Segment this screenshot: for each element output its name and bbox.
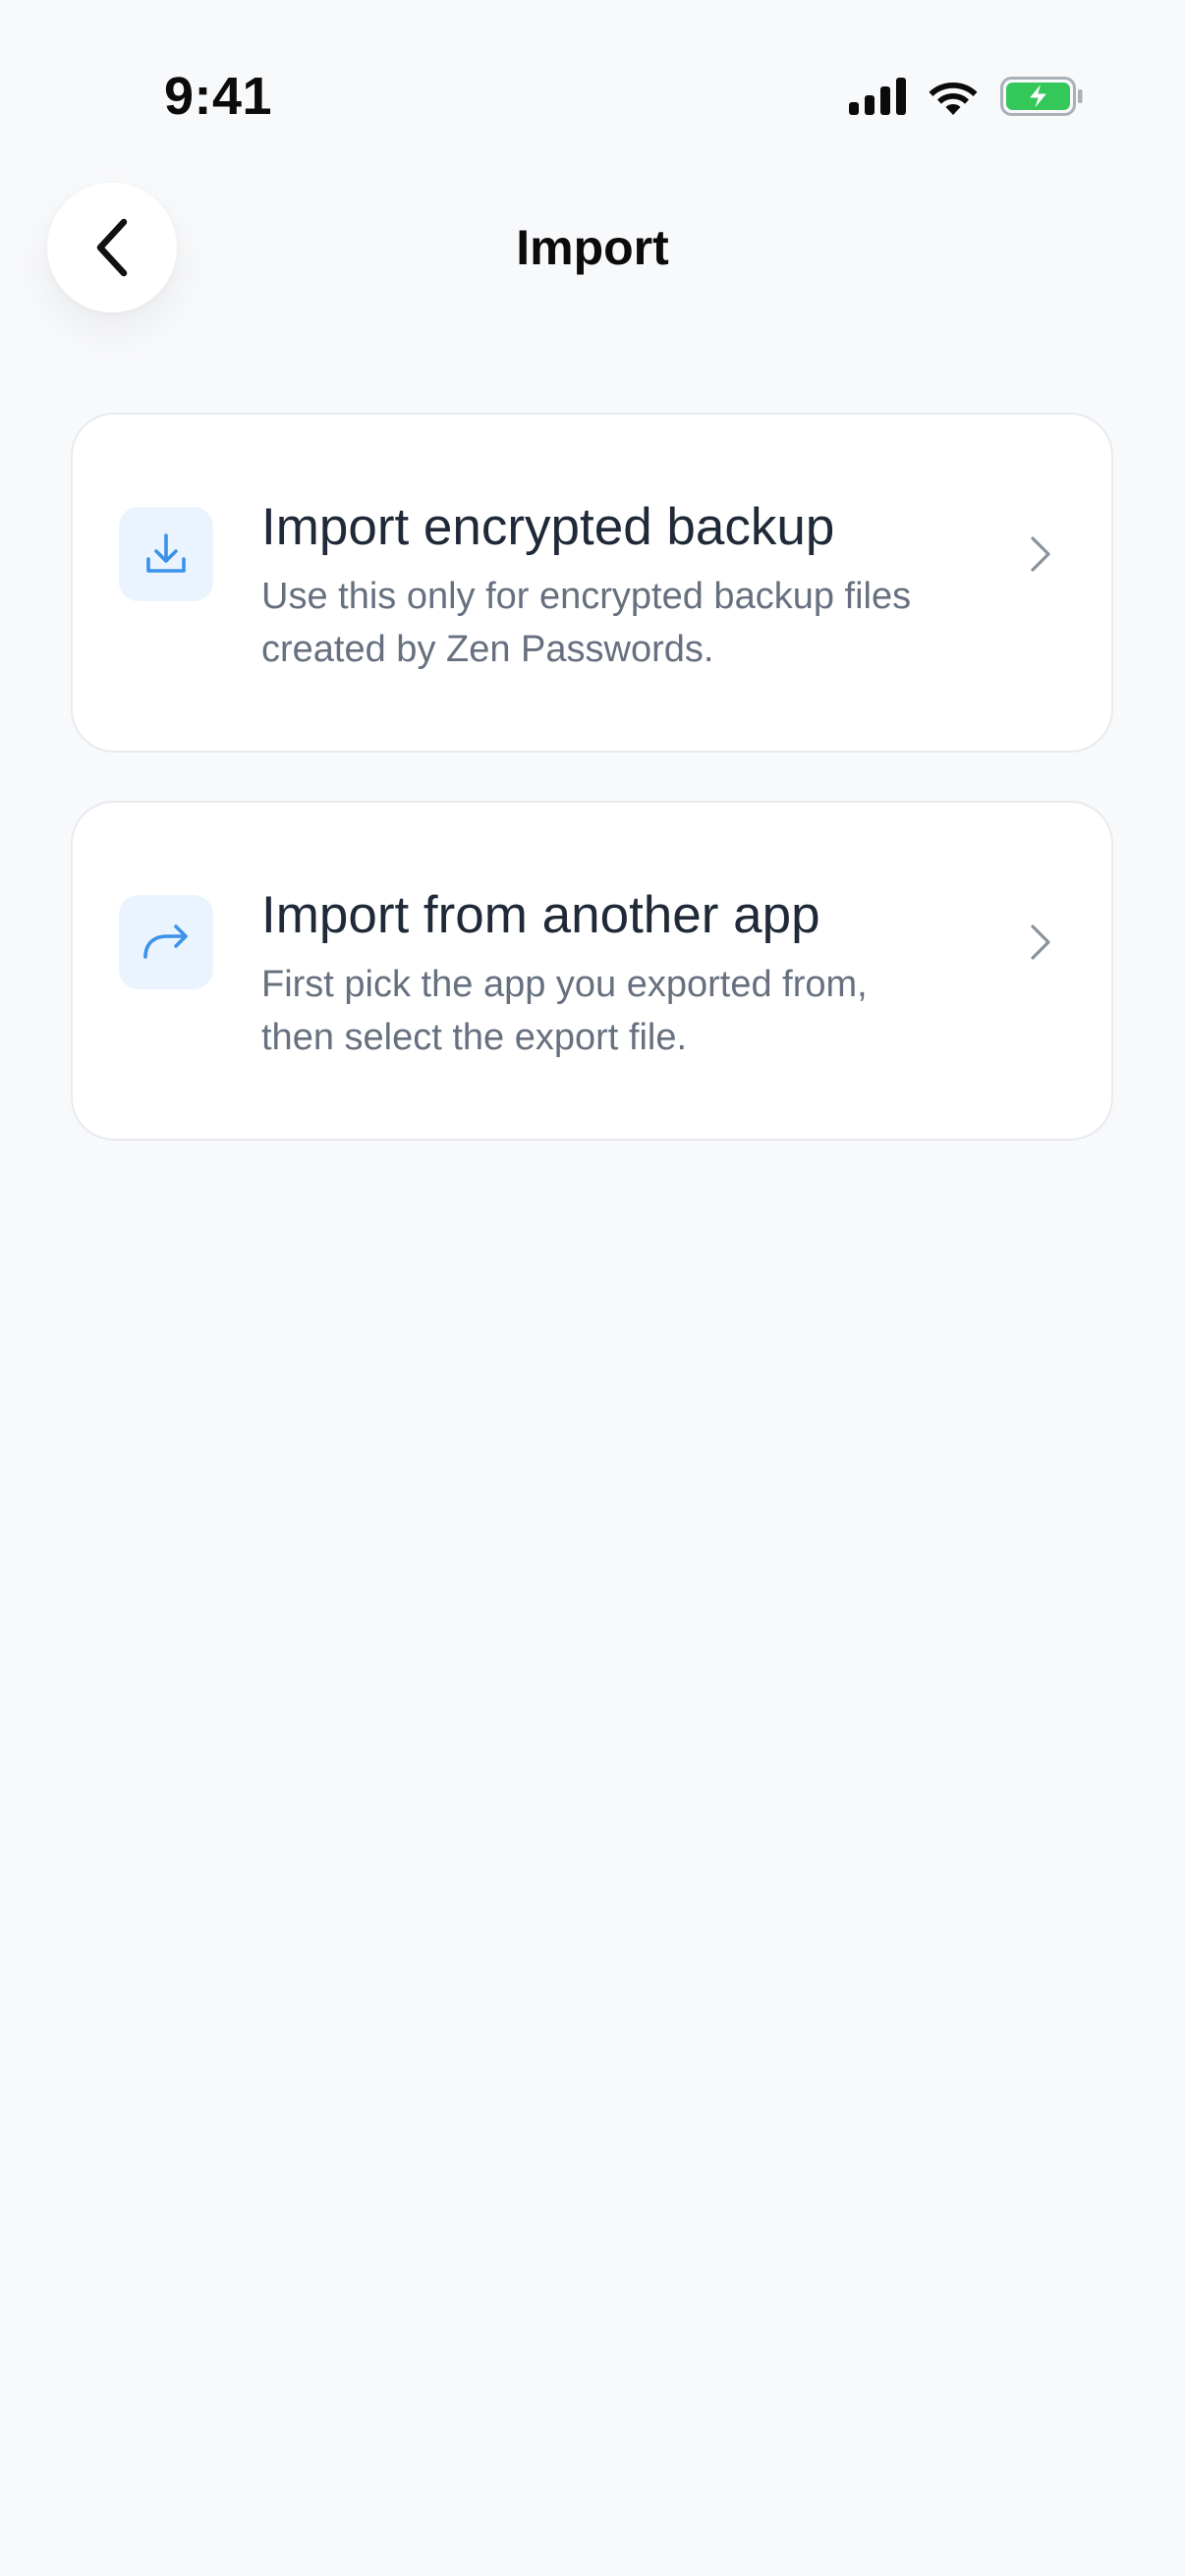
share-arrow-icon	[143, 924, 188, 959]
wifi-icon	[929, 83, 978, 115]
signal-icon	[849, 78, 906, 115]
chevron-right-icon	[1021, 915, 1060, 970]
download-icon-container	[119, 507, 213, 601]
import-from-another-app-option[interactable]: Import from another app First pick the a…	[71, 801, 1113, 1141]
option-description: Use this only for encrypted backup files…	[261, 576, 912, 670]
import-encrypted-backup-option[interactable]: Import encrypted backup Use this only fo…	[71, 413, 1113, 753]
option-title: Import from another app	[261, 886, 820, 944]
page-title: Import	[516, 220, 669, 275]
option-description: First pick the app you exported from, th…	[261, 964, 868, 1058]
status-bar: 9:41	[0, 0, 1185, 157]
share-arrow-icon-container	[119, 895, 213, 989]
status-time: 9:41	[164, 67, 273, 126]
option-title: Import encrypted backup	[261, 498, 835, 556]
download-icon	[146, 533, 186, 573]
chevron-right-icon	[1021, 527, 1060, 582]
battery-charging-icon	[1000, 77, 1083, 116]
status-icons	[849, 75, 1083, 118]
